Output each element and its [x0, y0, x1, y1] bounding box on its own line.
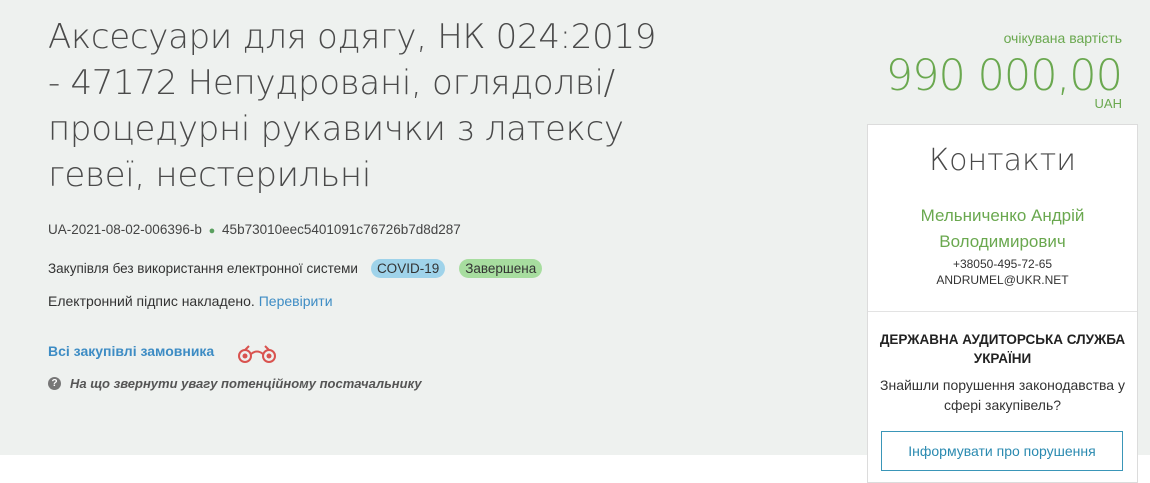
all-purchases-link[interactable]: Всі закупівлі замовника — [48, 343, 214, 359]
audit-service-title: ДЕРЖАВНА АУДИТОРСЬКА СЛУЖБА УКРАЇНИ — [879, 332, 1126, 366]
divider — [868, 311, 1137, 312]
signature-info: Електронний підпис накладено. Перевірити — [48, 293, 333, 309]
price-caption: очікувана вартість — [1003, 30, 1122, 46]
status-badge: Завершена — [459, 259, 543, 278]
contact-name: Мельниченко Андрій Володимирович — [920, 206, 1085, 251]
price-value: 990 000,00 — [885, 51, 1123, 101]
verify-signature-link[interactable]: Перевірити — [259, 293, 333, 309]
price-currency: UAH — [1094, 96, 1122, 111]
binoculars-icon[interactable] — [236, 344, 278, 369]
question-circle-icon: ? — [48, 377, 61, 390]
covid-badge: COVID-19 — [370, 259, 446, 278]
procurement-info: Закупівля без використання електронної с… — [48, 259, 543, 278]
separator-dot-icon: ● — [208, 225, 216, 237]
tender-title: Аксесуари для одягу, НК 024:2019 - 47172… — [48, 17, 657, 195]
contact-email: ANDRUMEL@UKR.NET — [936, 273, 1069, 287]
contacts-title: Контакти — [928, 143, 1077, 178]
supplier-hint[interactable]: ? На що звернути увагу потенційному пост… — [48, 376, 422, 391]
report-violation-button[interactable]: Інформувати про порушення — [881, 431, 1123, 471]
tender-identifiers: UA-2021-08-02-006396-b ● 45b73010eec5401… — [48, 222, 461, 237]
procurement-type: Закупівля без використання електронної с… — [48, 261, 358, 276]
signature-text: Електронний підпис накладено. — [48, 293, 255, 309]
contact-phone: +38050-495-72-65 — [952, 257, 1053, 271]
audit-prompt: Знайшли порушення законодавства у сфері … — [880, 377, 1125, 413]
tender-hash: 45b73010eec5401091c76726b7d8d287 — [222, 222, 461, 237]
contacts-panel: Контакти Мельниченко Андрій Володимирови… — [867, 124, 1138, 483]
tender-id: UA-2021-08-02-006396-b — [48, 222, 202, 237]
hint-text: На що звернути увагу потенційному постач… — [70, 376, 422, 391]
